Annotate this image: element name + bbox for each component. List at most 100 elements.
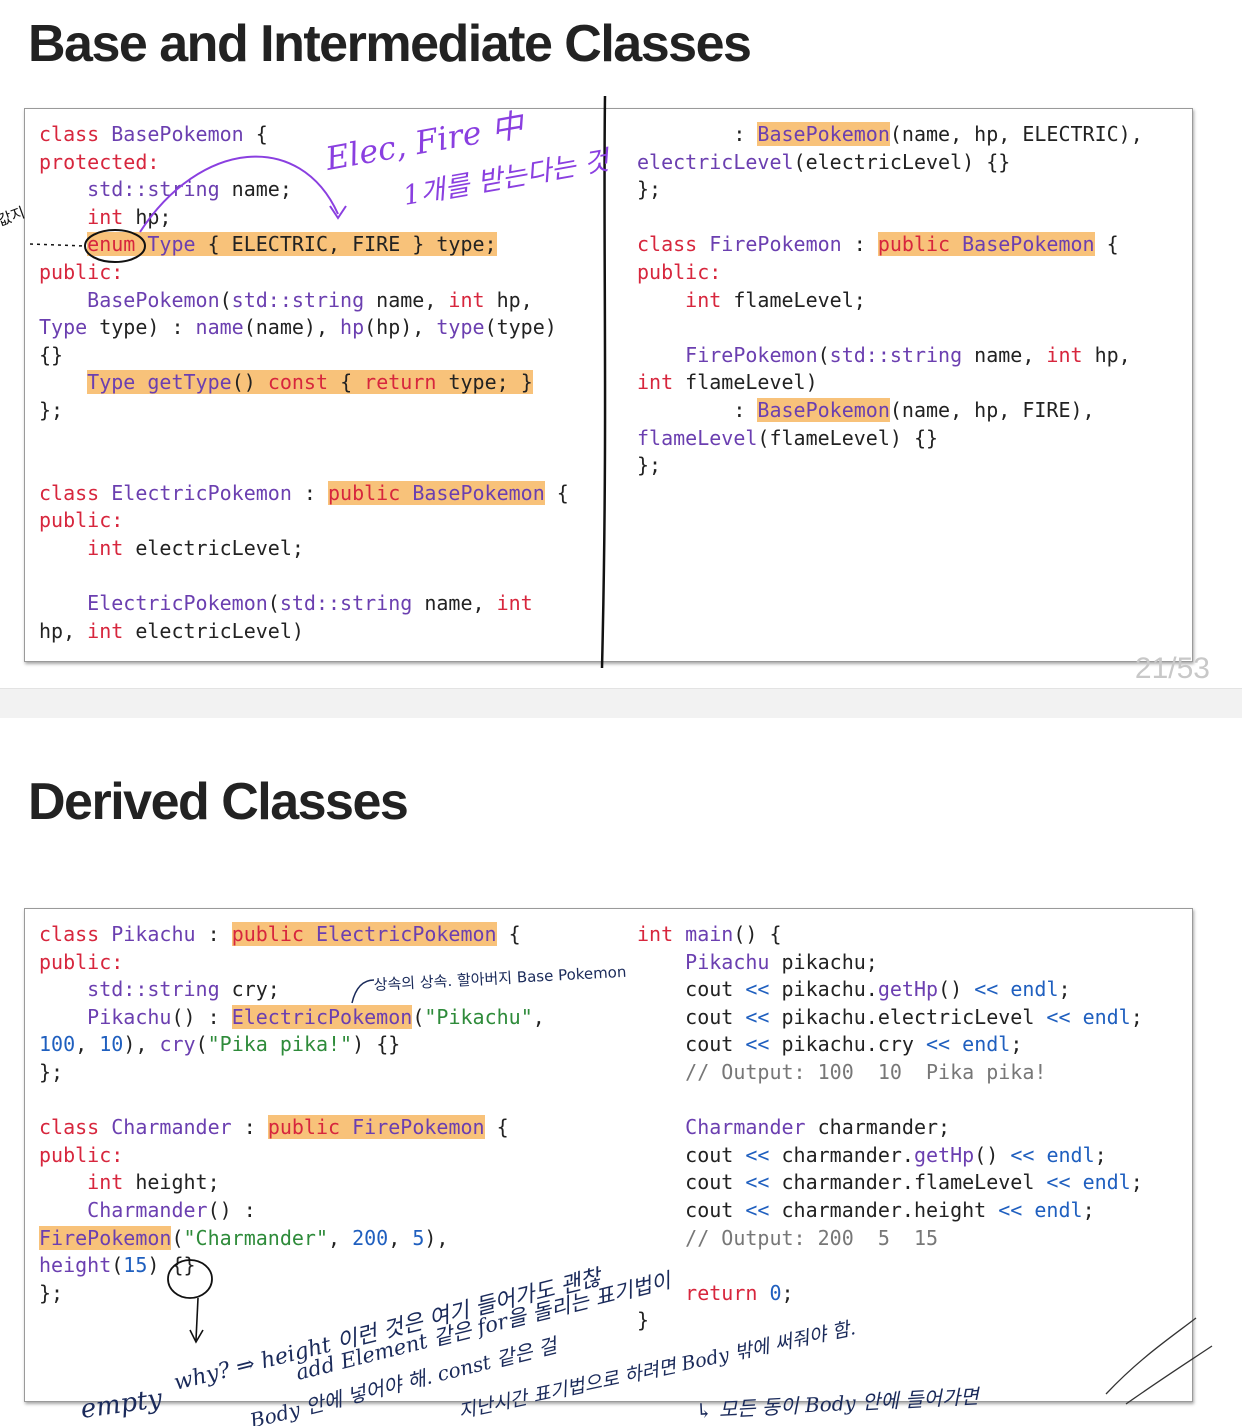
- code-token: std::string: [231, 287, 365, 312]
- code-token: (: [195, 1032, 208, 1057]
- code-token: (electricLevel) {}: [793, 149, 1011, 174]
- code-token: Type: [147, 232, 196, 257]
- code-token: cout: [637, 1197, 746, 1222]
- code-token: ;: [1130, 1170, 1143, 1195]
- code-token: [950, 232, 963, 257]
- code-token: ,: [388, 1225, 413, 1250]
- code-token: Type: [39, 315, 88, 340]
- page-number: 21/53: [1134, 652, 1210, 685]
- code-token: ;: [781, 1280, 794, 1305]
- code-token: public: [231, 922, 304, 946]
- code-token: std::string: [279, 591, 413, 616]
- code-token: ;: [1094, 1142, 1107, 1167]
- code-token: [400, 480, 413, 505]
- code-token: Type: [87, 370, 136, 395]
- code-token: (: [111, 1253, 124, 1278]
- code-token: ,: [328, 1225, 353, 1250]
- code-line: int flameLevel;: [637, 287, 1143, 315]
- code-token: <<: [1046, 1170, 1071, 1195]
- code-token: height;: [123, 1170, 220, 1195]
- code-token: :: [195, 922, 232, 946]
- code-token: hp,: [39, 618, 88, 643]
- code-token: 200: [352, 1225, 389, 1250]
- code-token: pikachu.: [769, 977, 878, 1002]
- code-token: endl: [1046, 1142, 1095, 1167]
- code-token: () :: [207, 1197, 256, 1222]
- code-token: };: [637, 453, 662, 478]
- code-line: cout << charmander.height << endl;: [637, 1197, 1143, 1225]
- code-token: height: [39, 1253, 112, 1278]
- code-token: <<: [926, 1032, 951, 1057]
- code-token: BasePokemon: [757, 397, 890, 422]
- code-token: getType: [147, 370, 232, 395]
- code-token: Charmander: [685, 1115, 806, 1140]
- code-line: Pikachu pikachu;: [637, 949, 1143, 977]
- code-line: Charmander charmander;: [637, 1114, 1143, 1142]
- code-token: {: [243, 122, 268, 146]
- code-line: public:: [637, 259, 1143, 287]
- code-token: public:: [39, 508, 124, 533]
- code-line: protected:: [39, 149, 569, 177]
- code-token: cry;: [219, 977, 280, 1002]
- code-line: enum Type { ELECTRIC, FIRE } type;: [39, 231, 569, 259]
- code-token: BasePokemon: [962, 232, 1095, 257]
- code-token: ),: [123, 1032, 160, 1057]
- code-token: main: [685, 922, 734, 946]
- code-token: ;: [1130, 1004, 1143, 1029]
- code-column-right: : BasePokemon(name, hp, ELECTRIC), electr…: [637, 121, 1143, 480]
- code-line: int height;: [39, 1169, 545, 1197]
- code-token: getHp: [913, 1142, 975, 1167]
- code-line: // Output: 200 5 15: [637, 1225, 1143, 1253]
- code-token: public: [267, 1115, 341, 1140]
- code-token: int: [496, 591, 533, 616]
- code-token: endl: [962, 1032, 1011, 1057]
- code-token: flameLevel): [673, 370, 818, 395]
- code-line: public:: [39, 1142, 545, 1170]
- code-token: public:: [637, 259, 722, 284]
- code-token: public: [328, 480, 401, 505]
- code-token: std::string: [87, 977, 220, 1002]
- code-line: };: [39, 1280, 545, 1308]
- code-token: int: [637, 922, 674, 946]
- code-line: };: [637, 452, 1143, 480]
- code-token: (): [938, 977, 975, 1002]
- code-line: int main() {: [637, 921, 1143, 949]
- code-column-left: class Pikachu : public ElectricPokemon {…: [39, 921, 545, 1307]
- code-token: class: [637, 232, 698, 257]
- code-token: <<: [745, 1197, 770, 1222]
- code-line: public:: [39, 949, 545, 977]
- code-token: pikachu.electricLevel: [769, 1004, 1047, 1029]
- code-token: electricLevel;: [123, 535, 304, 560]
- code-token: cout: [637, 977, 746, 1002]
- code-token: return: [685, 1280, 758, 1305]
- code-token: public: [877, 232, 951, 257]
- code-token: 0: [769, 1280, 782, 1305]
- code-token: "Pikachu": [424, 1004, 533, 1029]
- code-token: () :: [171, 1004, 232, 1029]
- code-token: name,: [412, 591, 497, 616]
- code-token: type; }: [436, 370, 533, 395]
- code-line: cout << charmander.getHp() << endl;: [637, 1142, 1143, 1170]
- code-token: int: [87, 1170, 124, 1195]
- code-token: cout: [637, 1170, 746, 1195]
- code-token: charmander;: [805, 1115, 951, 1140]
- code-token: endl: [1082, 1004, 1131, 1029]
- code-token: int: [685, 287, 722, 312]
- code-token: cout: [637, 1032, 746, 1057]
- code-token: charmander.height: [769, 1197, 999, 1222]
- code-token: const: [267, 370, 329, 395]
- code-token: <<: [998, 1197, 1023, 1222]
- code-token: Pikachu: [87, 1004, 172, 1029]
